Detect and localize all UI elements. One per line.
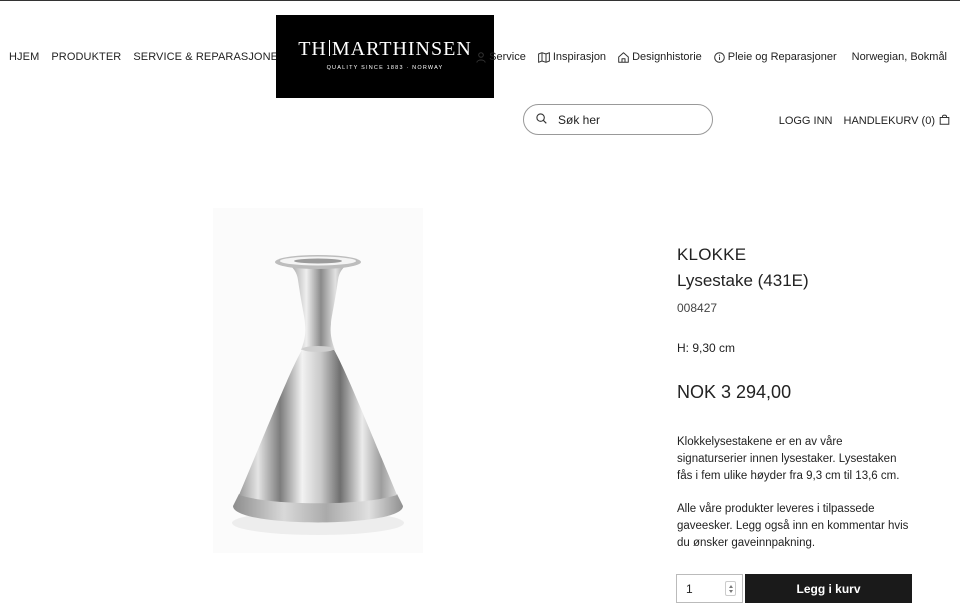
shopping-bag-icon — [939, 114, 950, 128]
utility-nav: Service Inspirasjon Designhistorie Pleie… — [476, 51, 947, 63]
product-description: Klokkelysestakene er en av våre signatur… — [677, 434, 912, 552]
util-item-label: Service — [489, 51, 526, 63]
quantity-value[interactable]: 1 — [686, 582, 693, 596]
product-sku: 008427 — [677, 301, 718, 315]
cart-label: HANDLEKURV (0) — [843, 115, 936, 127]
util-item-design-history[interactable]: Designhistorie — [618, 51, 702, 63]
product-image[interactable] — [213, 208, 423, 553]
map-icon — [537, 51, 550, 63]
product-price: NOK 3 294,00 — [677, 382, 792, 402]
person-icon — [476, 51, 486, 63]
main-nav: HJEM PRODUKTER SERVICE & REPARASJONER — [9, 51, 286, 63]
top-border — [0, 0, 960, 1]
candlestick-image — [232, 255, 404, 535]
logo-wordmark: TH MARTHINSEN — [298, 38, 472, 60]
stepper-arrows-icon[interactable] — [725, 581, 736, 596]
language-selector[interactable]: Norwegian, Bokmål — [852, 51, 947, 63]
nav-item-service-repairs[interactable]: SERVICE & REPARASJONER — [133, 51, 286, 63]
account-links: LOGG INN HANDLEKURV (0) — [779, 114, 950, 128]
home-icon — [618, 51, 629, 63]
product-height: H: 9,30 cm — [677, 341, 736, 355]
util-item-service[interactable]: Service — [476, 51, 526, 63]
product-title: Lysestake (431E) — [677, 271, 809, 290]
nav-item-products[interactable]: PRODUKTER — [51, 51, 121, 63]
description-paragraph: Klokkelysestakene er en av våre signatur… — [677, 436, 900, 482]
search-input[interactable] — [558, 112, 698, 127]
add-to-cart-button[interactable]: Legg i kurv — [745, 574, 912, 603]
logo-tagline: QUALITY SINCE 1883 · NORWAY — [326, 65, 444, 71]
util-item-label: Pleie og Reparasjoner — [727, 51, 837, 63]
util-item-care-repairs[interactable]: Pleie og Reparasjoner — [713, 51, 837, 63]
search-bar[interactable] — [523, 104, 713, 135]
search-icon — [536, 111, 547, 129]
util-item-label: Inspirasjon — [552, 51, 607, 63]
cart-link[interactable]: HANDLEKURV (0) — [844, 114, 951, 128]
product-info: KLOKKE Lysestake (431E) 008427 H: 9,30 c… — [677, 245, 912, 549]
description-paragraph: Alle våre produkter leveres i tilpassede… — [677, 503, 909, 549]
info-icon — [713, 51, 725, 63]
login-link[interactable]: LOGG INN — [779, 115, 833, 127]
add-to-cart-form: 1 Legg i kurv — [676, 574, 912, 603]
util-item-label: Designhistorie — [632, 51, 702, 63]
brand-logo[interactable]: TH MARTHINSEN QUALITY SINCE 1883 · NORWAY — [276, 15, 494, 98]
util-item-inspiration[interactable]: Inspirasjon — [537, 51, 607, 63]
product-series: KLOKKE — [677, 245, 747, 264]
quantity-stepper[interactable]: 1 — [676, 574, 743, 603]
nav-item-home[interactable]: HJEM — [9, 51, 39, 63]
